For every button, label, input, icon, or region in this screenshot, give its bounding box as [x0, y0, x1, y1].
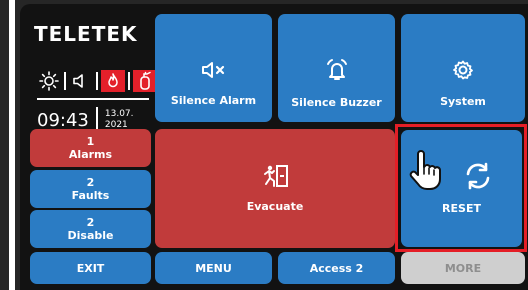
- hand-pointer-icon: [408, 150, 442, 190]
- gear-icon: [452, 59, 474, 85]
- status-divider: [128, 72, 130, 90]
- menu-button[interactable]: MENU: [155, 252, 272, 284]
- status-underline: [37, 98, 149, 100]
- device-bezel: [0, 0, 15, 290]
- status-divider: [64, 72, 66, 90]
- disable-label: Disable: [67, 229, 114, 242]
- faults-count: 2: [86, 176, 95, 189]
- access-level-label: Access 2: [309, 261, 364, 275]
- silence-alarm-button[interactable]: Silence Alarm: [155, 14, 272, 122]
- speaker-icon: [69, 70, 93, 92]
- menu-label: MENU: [195, 261, 232, 275]
- silence-alarm-label: Silence Alarm: [170, 93, 257, 107]
- fire-icon: [101, 70, 125, 92]
- bell-icon: [323, 58, 351, 86]
- alarms-count: 1: [86, 135, 95, 148]
- silence-buzzer-button[interactable]: Silence Buzzer: [278, 14, 395, 122]
- faults-button[interactable]: 2 Faults: [30, 170, 151, 208]
- emergency-exit-icon: [261, 164, 289, 192]
- date-text: 13.07. 2021: [105, 109, 134, 131]
- alarms-label: Alarms: [68, 148, 113, 161]
- extinguisher-icon: [133, 70, 157, 92]
- alarms-button[interactable]: 1 Alarms: [30, 129, 151, 167]
- status-row: [37, 69, 157, 93]
- disable-count: 2: [86, 216, 95, 229]
- more-label: MORE: [444, 261, 482, 275]
- system-button[interactable]: System: [401, 14, 525, 122]
- status-divider: [96, 72, 98, 90]
- exit-button[interactable]: EXIT: [30, 252, 151, 284]
- faults-label: Faults: [71, 189, 110, 202]
- speaker-mute-icon: [200, 60, 228, 84]
- sun-icon: [37, 70, 61, 92]
- brand-logo: TELETEK: [34, 22, 138, 46]
- silence-buzzer-label: Silence Buzzer: [291, 95, 382, 109]
- more-button[interactable]: MORE: [401, 252, 525, 284]
- evacuate-label: Evacuate: [246, 200, 304, 213]
- system-label: System: [440, 94, 486, 108]
- date-day-month: 13.07.: [104, 109, 134, 119]
- access-level-button[interactable]: Access 2: [278, 252, 395, 284]
- time-text: 09:43: [37, 109, 89, 131]
- disable-button[interactable]: 2 Disable: [30, 210, 151, 248]
- exit-label: EXIT: [76, 261, 105, 275]
- evacuate-button[interactable]: Evacuate: [155, 129, 395, 248]
